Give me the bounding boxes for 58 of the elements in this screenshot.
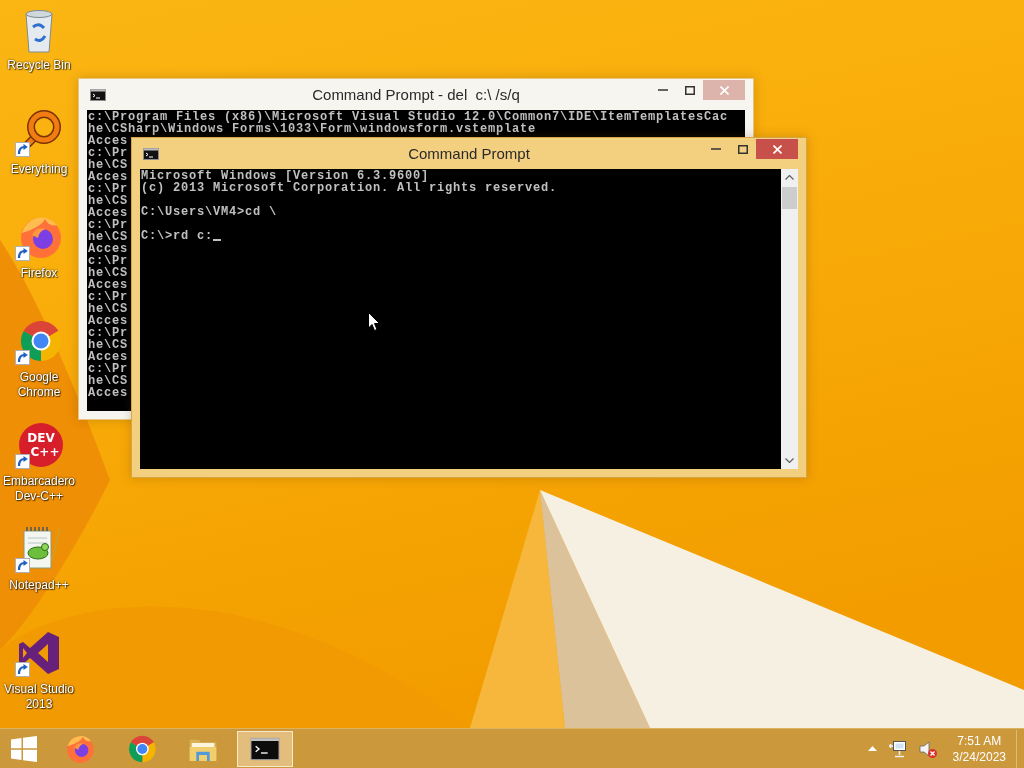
notepad-icon[interactable] xyxy=(15,525,63,573)
console-line: he\CS xyxy=(88,195,128,207)
desktop-icon-label[interactable]: Notepad++ xyxy=(9,578,69,593)
console-line: c:\Pr xyxy=(88,363,128,375)
maximize-icon xyxy=(737,144,748,154)
console-line: c:\Pr xyxy=(88,219,128,231)
taskbar-clock[interactable]: 7:51 AM 3/24/2023 xyxy=(942,729,1016,768)
desktop-icon-label[interactable]: Recycle Bin xyxy=(7,58,71,73)
desktop-icon-label[interactable]: Google Chrome xyxy=(1,370,77,400)
console-line: he\CS xyxy=(88,375,128,387)
console-line: Acces xyxy=(88,387,128,399)
terminal-icon xyxy=(143,147,159,160)
console-line: Acces xyxy=(88,279,128,291)
desktop-icon-label[interactable]: Embarcadero Dev-C++ xyxy=(1,474,77,504)
chevron-down-icon xyxy=(785,458,794,463)
console-line: he\CS xyxy=(88,159,128,171)
minimize-icon xyxy=(657,89,668,91)
console-line: Acces xyxy=(88,171,128,183)
console-line: Acces xyxy=(88,315,128,327)
console-line: c:\Pr xyxy=(88,255,128,267)
scrollbar-thumb[interactable] xyxy=(782,187,797,209)
close-icon xyxy=(772,144,782,154)
terminal-icon xyxy=(90,88,106,101)
console-line: c:\Pr xyxy=(88,147,128,159)
console-line: Microsoft Windows [Version 6.3.9600] xyxy=(141,170,430,182)
magnifier-icon[interactable] xyxy=(15,109,63,157)
close-icon xyxy=(719,85,729,95)
console-line: he\CS xyxy=(88,303,128,315)
desktop-icon-label[interactable]: Visual Studio 2013 xyxy=(1,682,77,712)
network-icon[interactable] xyxy=(888,739,907,758)
mouse-pointer-icon xyxy=(368,312,380,331)
console-line: he\CSharp\Windows Forms\1033\Form\windowsform.vstemplate xyxy=(88,123,537,135)
console-line: he\CS xyxy=(88,339,128,351)
four-panes-logo-icon xyxy=(11,735,37,762)
scrollbar[interactable] xyxy=(781,169,798,469)
console-line: c:\Program Files (x86)\Microsoft Visual Studio 12.0\Common7\IDE\ItemTemplatesCac xyxy=(88,111,729,123)
console-line: Acces xyxy=(88,135,128,147)
console-line: Acces xyxy=(88,351,128,363)
chevron-up-icon xyxy=(785,175,794,180)
console-line: C:\>rd c: xyxy=(141,230,213,242)
window-title: Command Prompt - del c:\ /s/q xyxy=(312,85,520,105)
console-line: c:\Pr xyxy=(88,291,128,303)
console-line: (c) 2013 Microsoft Corporation. All rights reserved. xyxy=(141,182,558,194)
console-line: he\CS xyxy=(88,267,128,279)
taskbar-button[interactable] xyxy=(237,730,293,767)
maximize-icon xyxy=(684,85,695,95)
speaker-icon[interactable] xyxy=(918,739,937,758)
desktop-icon-label[interactable]: Everything xyxy=(10,162,68,177)
console-line: c:\Pr xyxy=(88,183,128,195)
console-line: Acces xyxy=(88,243,128,255)
console-line: he\CS xyxy=(88,231,128,243)
desktop-icon-label[interactable]: Firefox xyxy=(20,266,58,281)
minimize-icon xyxy=(710,148,721,150)
console-line: c:\Pr xyxy=(88,327,128,339)
window-title: Command Prompt xyxy=(408,144,530,164)
console-line: Acces xyxy=(88,207,128,219)
console-line: C:\Users\VM4>cd \ xyxy=(141,206,278,218)
chevron-up-icon[interactable] xyxy=(867,746,877,751)
